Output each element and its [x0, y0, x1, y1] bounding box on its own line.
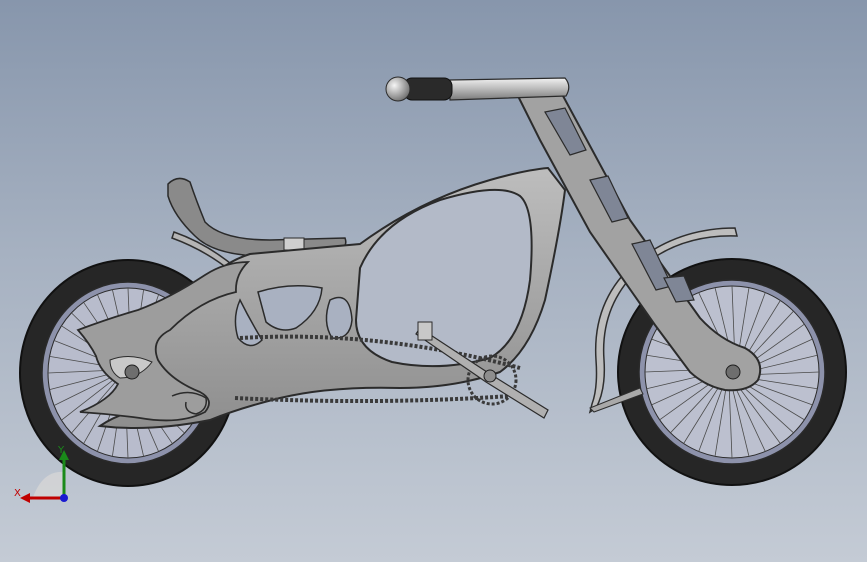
triad-x-label: X [14, 488, 21, 499]
front-axle [725, 364, 741, 380]
handlebar-end-knob [385, 76, 411, 102]
handlebar-grip[interactable] [403, 77, 453, 101]
handlebar-bar [449, 77, 570, 101]
cad-viewport[interactable] [0, 0, 867, 562]
coordinate-triad: Y X [14, 445, 69, 503]
triad-plane [32, 471, 64, 500]
pedal[interactable] [417, 321, 433, 341]
triad-z-axis [60, 494, 68, 502]
rear-axle [124, 364, 140, 380]
crank-spindle [483, 369, 497, 383]
seat-clamp [283, 237, 305, 251]
frame-cutout-small-2 [325, 296, 353, 339]
handlebar[interactable] [385, 76, 570, 102]
triad-x-arrow [20, 493, 30, 503]
frame-cutout-large [354, 188, 533, 368]
triad-y-label: Y [57, 445, 65, 456]
